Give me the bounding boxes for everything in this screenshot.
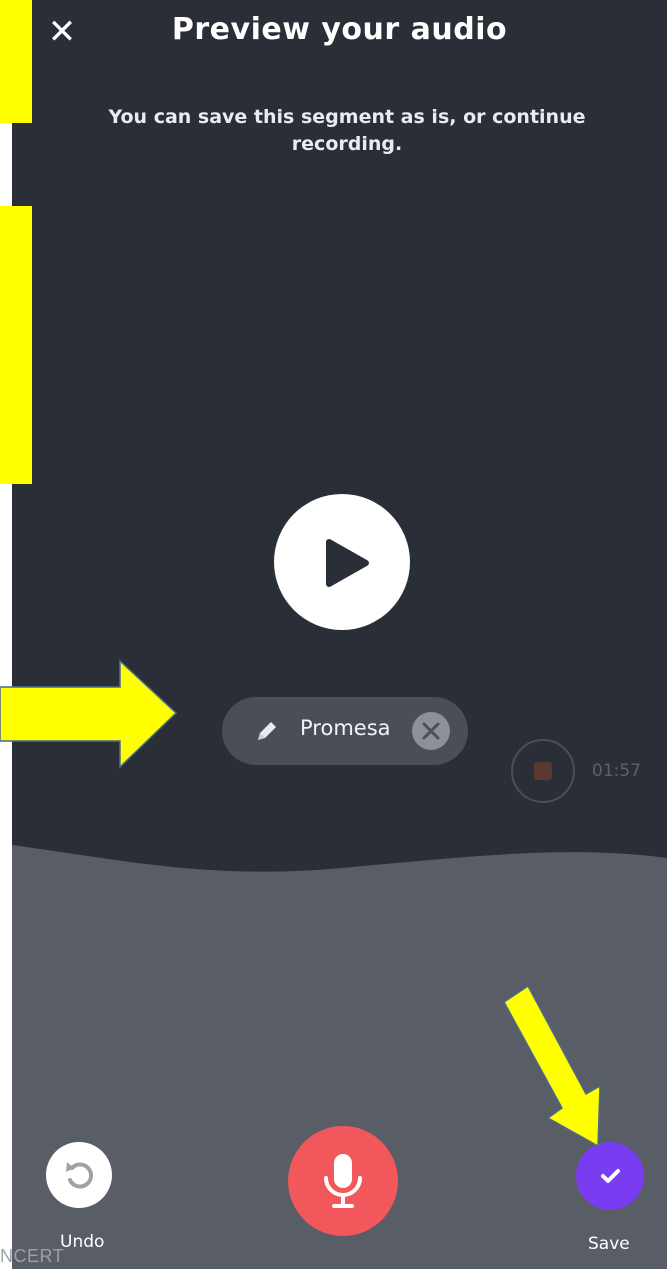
undo-button[interactable] bbox=[46, 1142, 112, 1208]
pencil-icon[interactable] bbox=[254, 718, 280, 744]
page-subtitle: You can save this segment as is, or cont… bbox=[108, 106, 586, 155]
play-button[interactable] bbox=[274, 494, 410, 630]
check-icon bbox=[601, 1169, 620, 1183]
undo-icon bbox=[66, 1162, 94, 1189]
segment-name: Promesa bbox=[300, 716, 391, 740]
highlight-box-middle bbox=[0, 206, 32, 484]
page-title: Preview your audio bbox=[171, 12, 508, 47]
clear-segment-button[interactable] bbox=[412, 712, 450, 750]
stop-button[interactable] bbox=[510, 738, 576, 804]
record-button[interactable] bbox=[288, 1126, 398, 1236]
arrow-down-annotation bbox=[503, 984, 601, 1148]
close-circle-icon bbox=[422, 722, 440, 740]
stop-icon bbox=[534, 762, 552, 780]
save-label: Save bbox=[588, 1234, 630, 1254]
microphone-icon bbox=[324, 1154, 362, 1208]
recording-timer: 01:57 bbox=[592, 761, 641, 781]
save-button[interactable] bbox=[576, 1142, 644, 1210]
play-icon bbox=[326, 539, 369, 587]
arrow-right-annotation bbox=[0, 659, 178, 769]
watermark-text: NCERT bbox=[0, 1246, 65, 1266]
segment-chip[interactable]: Promesa bbox=[222, 697, 468, 765]
highlight-box-top bbox=[0, 0, 32, 123]
undo-label: Undo bbox=[60, 1232, 105, 1252]
